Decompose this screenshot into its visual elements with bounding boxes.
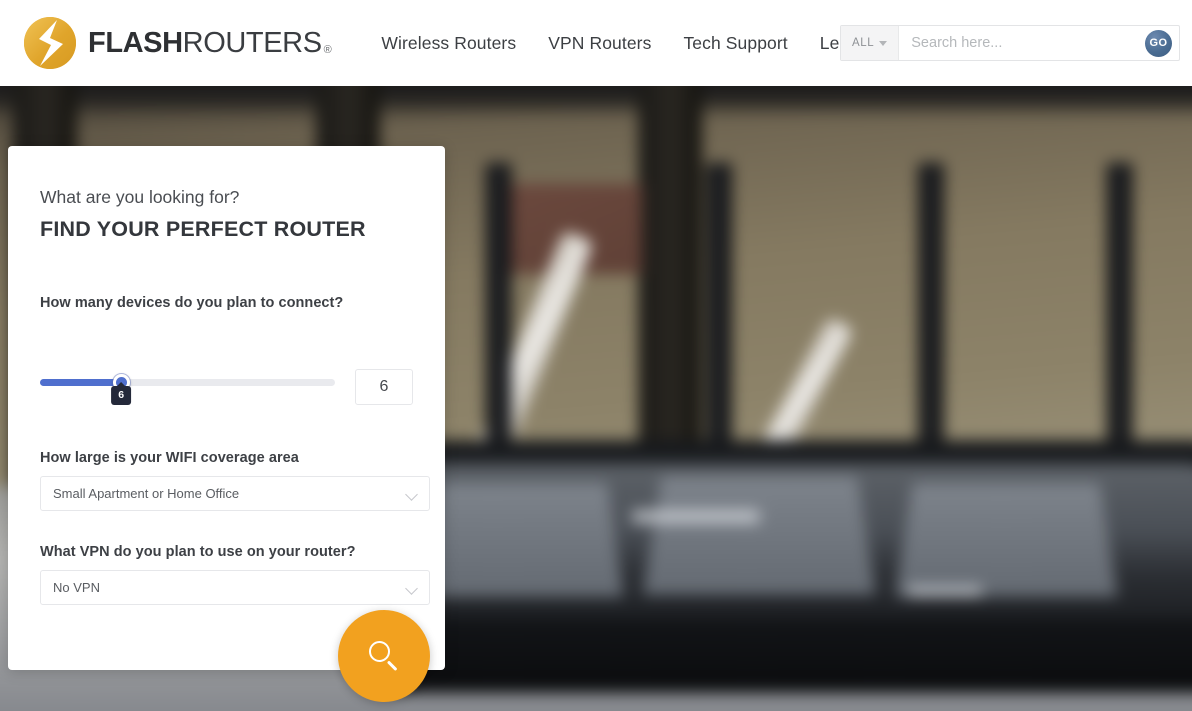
finder-eyebrow: What are you looking for? [40, 187, 240, 207]
background-ceiling-shadow [0, 86, 1192, 119]
devices-slider-block: 6 6 [40, 358, 413, 406]
router-antenna-4 [1106, 162, 1133, 473]
router-model-label [907, 586, 982, 597]
nav-item-wireless-routers[interactable]: Wireless Routers [365, 27, 532, 60]
main-navigation: Wireless Routers VPN Routers Tech Suppor… [365, 27, 881, 60]
devices-question-label: How many devices do you plan to connect? [40, 294, 344, 311]
nav-item-vpn-routers[interactable]: VPN Routers [532, 27, 667, 60]
router-facet-left [422, 482, 624, 598]
slider-fill [40, 378, 122, 386]
brand-name-bold: FLASH [88, 26, 183, 59]
search-scope-label: ALL [852, 37, 875, 49]
vpn-field: What VPN do you plan to use on your rout… [40, 543, 430, 605]
brand-logo-link[interactable]: FLASH ROUTERS ® [22, 15, 332, 71]
slider-track[interactable] [40, 373, 335, 391]
router-facet-center [642, 476, 876, 596]
coverage-select[interactable]: Small Apartment or Home Office [40, 475, 430, 511]
brand-name-light: ROUTERS [182, 26, 322, 59]
search-scope-dropdown[interactable]: ALL [841, 26, 900, 60]
brand-wordmark: FLASH ROUTERS ® [88, 26, 332, 60]
vpn-question-label: What VPN do you plan to use on your rout… [40, 543, 356, 560]
search-input[interactable] [899, 26, 1145, 60]
router-antenna-3 [918, 162, 944, 481]
site-search: ALL GO [840, 25, 1180, 61]
coverage-question-label: How large is your WIFI coverage area [40, 449, 299, 466]
router-brand-label [632, 510, 760, 524]
router-facet-right [894, 482, 1118, 598]
search-go-button[interactable]: GO [1145, 29, 1172, 57]
devices-count-input[interactable]: 6 [355, 368, 413, 405]
chevron-down-icon [879, 40, 888, 46]
nav-item-tech-support[interactable]: Tech Support [667, 27, 803, 60]
registered-trademark-icon: ® [323, 43, 332, 56]
chevron-down-icon [405, 487, 418, 501]
coverage-field: How large is your WIFI coverage area Sma… [40, 449, 430, 511]
router-antenna-2 [706, 162, 732, 466]
slider-value-tooltip: 6 [111, 385, 132, 406]
vpn-selected-value: No VPN [53, 579, 100, 595]
page-title: FIND YOUR PERFECT ROUTER [40, 216, 366, 241]
devices-slider[interactable]: 6 [40, 358, 335, 406]
site-header: FLASH ROUTERS ® Wireless Routers VPN Route… [0, 0, 1192, 86]
find-router-submit-button[interactable] [338, 610, 430, 702]
flashrouters-logo-icon [22, 15, 78, 71]
router-base-shadow [375, 618, 1192, 693]
search-icon [367, 639, 401, 673]
router-antenna-1 [485, 162, 512, 481]
coverage-selected-value: Small Apartment or Home Office [53, 485, 240, 501]
vpn-select[interactable]: No VPN [40, 569, 430, 605]
router-finder-card: What are you looking for? FIND YOUR PERF… [8, 146, 445, 702]
chevron-down-icon [405, 581, 418, 595]
